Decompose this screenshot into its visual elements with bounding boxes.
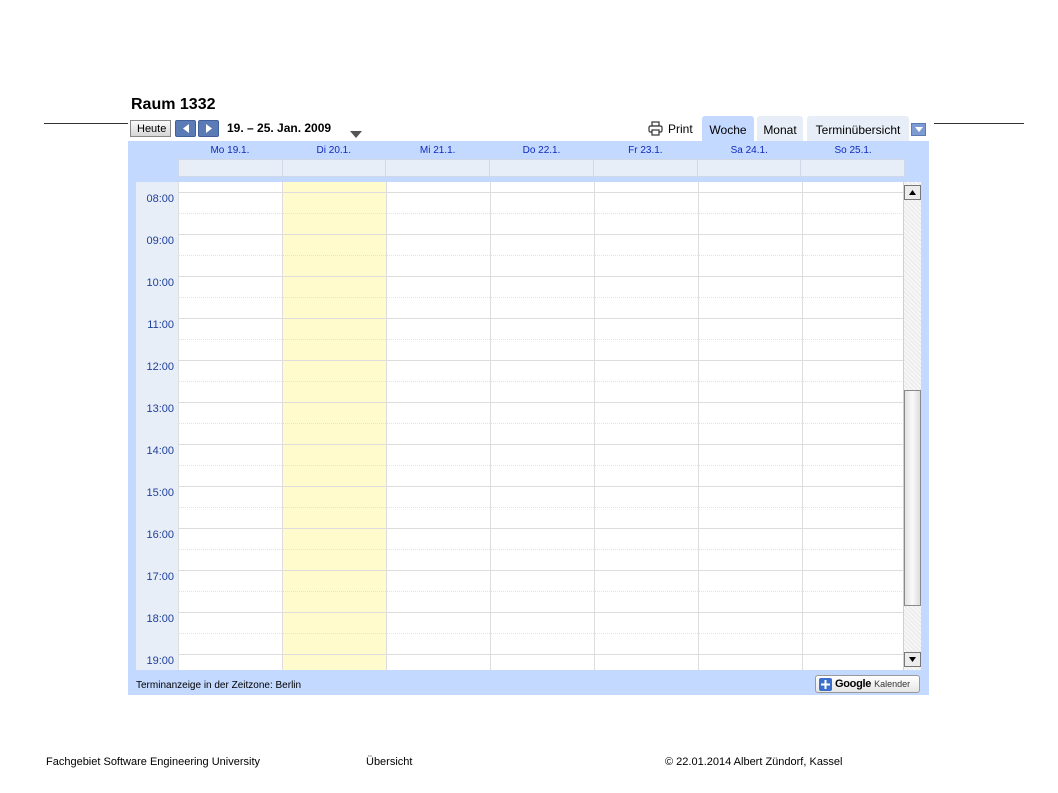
half-hour-gridline [178,297,904,298]
date-range-label: 19. – 25. Jan. 2009 [227,121,332,135]
footer-copyright: © 22.01.2014 Albert Zündorf, Kassel [665,756,843,768]
calendar-frame: Mo 19.1. Di 20.1. Mi 21.1. Do 22.1. Fr 2… [128,141,929,695]
time-column: 08:00 09:00 10:00 11:00 12:00 13:00 14:00 15:00… [136,182,178,670]
half-hour-gridline [178,423,904,424]
google-calendar-badge[interactable]: Google Kalender [815,675,920,693]
plus-icon [819,677,832,691]
day-header-fri[interactable]: Fr 23.1. [593,141,697,159]
all-day-cell[interactable] [698,160,802,176]
print-button[interactable]: Print [648,121,693,136]
time-grid[interactable]: 08:00 09:00 10:00 11:00 12:00 13:00 14:00 15:00… [136,182,904,670]
hour-gridline [178,318,904,319]
all-day-cell[interactable] [490,160,594,176]
hour-gridline [178,234,904,235]
half-hour-gridline [178,465,904,466]
time-label: 09:00 [146,235,174,247]
hour-gridline [178,402,904,403]
hour-gridline [178,654,904,655]
day-header-thu[interactable]: Do 22.1. [490,141,594,159]
google-product-label: Kalender [874,679,911,689]
hour-gridline [178,360,904,361]
printer-icon [648,121,663,136]
time-label: 17:00 [146,571,174,583]
time-label: 16:00 [146,529,174,541]
right-divider-line [934,123,1024,124]
hour-gridline [178,486,904,487]
footer-department: Fachgebiet Software Engineering Universi… [46,756,261,768]
day-header-tue[interactable]: Di 20.1. [282,141,386,159]
arrow-up-icon [909,190,916,195]
time-label: 19:00 [146,655,174,667]
chevron-down-icon [914,127,923,132]
half-hour-gridline [178,507,904,508]
half-hour-gridline [178,549,904,550]
all-day-cell[interactable] [283,160,387,176]
tab-agenda[interactable]: Terminübersicht [807,116,909,142]
chevron-left-icon [182,124,189,133]
chevron-down-icon [350,131,362,138]
google-logo-text: Google [835,678,872,690]
all-day-cell[interactable] [386,160,491,176]
next-week-button[interactable] [198,120,219,137]
page-title: Raum 1332 [131,96,216,113]
arrow-down-icon [909,657,916,662]
all-day-cell[interactable] [594,160,698,176]
footer-overview: Übersicht [366,756,413,768]
timezone-note: Terminanzeige in der Zeitzone: Berlin [136,680,302,691]
hour-gridline [178,612,904,613]
all-day-row [178,159,905,177]
time-label: 14:00 [146,445,174,457]
hour-gridline [178,192,904,193]
half-hour-gridline [178,381,904,382]
half-hour-gridline [178,591,904,592]
time-label: 12:00 [146,361,174,373]
tab-week[interactable]: Woche [702,116,754,142]
scroll-down-button[interactable] [904,652,921,667]
hour-gridline [178,528,904,529]
previous-week-button[interactable] [175,120,196,137]
day-header-row: Mo 19.1. Di 20.1. Mi 21.1. Do 22.1. Fr 2… [178,141,905,159]
day-header-sat[interactable]: Sa 24.1. [697,141,801,159]
day-header-sun[interactable]: So 25.1. [801,141,905,159]
hour-gridline [178,570,904,571]
today-button[interactable]: Heute [130,120,171,137]
time-label: 13:00 [146,403,174,415]
time-label: 08:00 [146,193,174,205]
half-hour-gridline [178,339,904,340]
time-label: 18:00 [146,613,174,625]
time-label: 10:00 [146,277,174,289]
half-hour-gridline [178,255,904,256]
day-header-wed[interactable]: Mi 21.1. [386,141,490,159]
hour-gridline [178,276,904,277]
scroll-thumb[interactable] [904,390,921,606]
time-label: 15:00 [146,487,174,499]
tab-month[interactable]: Monat [757,116,803,142]
left-divider-line [44,123,128,124]
all-day-cell[interactable] [179,160,283,176]
day-header-mon[interactable]: Mo 19.1. [178,141,282,159]
chevron-right-icon [205,124,212,133]
hour-gridline [178,444,904,445]
half-hour-gridline [178,213,904,214]
view-menu-button[interactable] [911,123,926,136]
all-day-cell[interactable] [801,160,904,176]
print-label: Print [668,121,693,136]
grid-scrollbar[interactable] [903,182,921,670]
scroll-up-button[interactable] [904,185,921,200]
time-label: 11:00 [147,319,174,331]
half-hour-gridline [178,633,904,634]
